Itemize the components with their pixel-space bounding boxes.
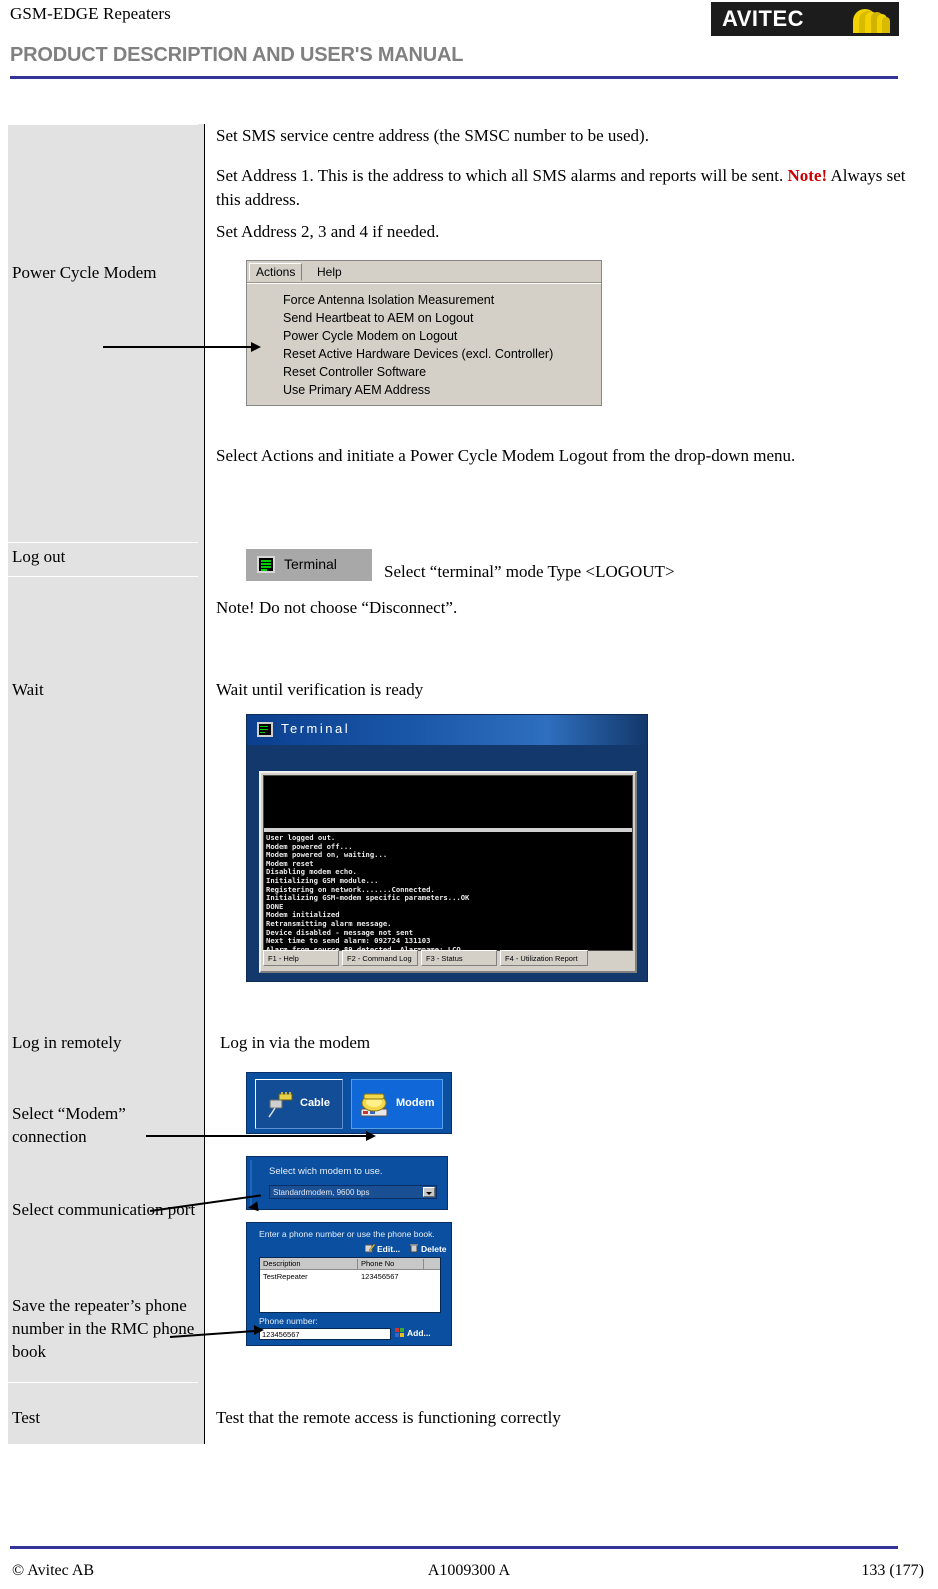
terminal-button-f4-utilization-report[interactable]: F4 - Utilization Report [500, 950, 588, 966]
modem-button-label: Modem [396, 1097, 435, 1109]
menu-item-force-antenna-isolation[interactable]: Force Antenna Isolation Measurement [247, 291, 601, 309]
paragraph-no-disconnect: Note! Do not choose “Disconnect”. [216, 598, 458, 617]
footer-divider [10, 1546, 898, 1549]
footer-document-number: A1009300 A [427, 1562, 511, 1579]
arrow-head-modem-connection [366, 1131, 376, 1141]
arrow-head-power-cycle [251, 342, 261, 352]
paragraph-terminal-mode: Select “terminal” mode Type <LOGOUT> [384, 562, 675, 581]
sidebar-divider [8, 1382, 198, 1383]
avitec-logo: AVITEC [711, 2, 899, 36]
paragraph-select-actions: Select Actions and initiate a Power Cycl… [216, 446, 796, 465]
terminal-icon [257, 556, 275, 573]
menu-item-reset-active-hardware[interactable]: Reset Active Hardware Devices (excl. Con… [247, 345, 601, 363]
menu-item-send-heartbeat[interactable]: Send Heartbeat to AEM on Logout [247, 309, 601, 327]
terminal-button-f1-help[interactable]: F1 - Help [263, 950, 339, 966]
phonebook-delete-button[interactable]: Delete [421, 1244, 447, 1254]
phonebook-dialog: Enter a phone number or use the phone bo… [246, 1222, 452, 1346]
sidebar-item-wait: Wait [12, 680, 44, 699]
terminal-inner-panel: User logged out. Modem powered off... Mo… [259, 771, 637, 973]
terminal-button-f3-status[interactable]: F3 - Status [421, 950, 497, 966]
sidebar-item-log-out: Log out [12, 547, 66, 566]
sidebar-divider [8, 542, 198, 543]
page-header: GSM-EDGE Repeaters PRODUCT DESCRIPTION A… [0, 0, 938, 82]
modem-select-prompt: Select wich modem to use. [269, 1166, 383, 1177]
sidebar-item-save-phone-number: Save the repeater’s phone number in the … [12, 1296, 195, 1361]
terminal-mode-button[interactable]: Terminal [246, 549, 372, 581]
note-label: Note! [787, 166, 828, 185]
menu-item-use-primary-aem-address[interactable]: Use Primary AEM Address [247, 381, 601, 399]
menu-bar-item-actions[interactable]: Actions [249, 263, 303, 281]
modem-select-value: Standardmodem, 9600 bps [273, 1188, 370, 1197]
terminal-button-label: Terminal [284, 556, 337, 572]
phonebook-cell-phone-no: 123456567 [361, 1272, 399, 1281]
terminal-button-f2-command-log[interactable]: F2 - Command Log [342, 950, 418, 966]
arrow-line-power-cycle [103, 346, 253, 348]
terminal-window-icon [257, 722, 273, 737]
phonebook-cell-description: TestRepeater [263, 1272, 308, 1281]
edit-icon [365, 1243, 375, 1253]
header-divider [10, 76, 898, 79]
arrow-head-communication-port [247, 1201, 259, 1213]
menu-item-power-cycle-modem-on-logout[interactable]: Power Cycle Modem on Logout [247, 327, 601, 345]
terminal-window-title: Terminal [281, 721, 351, 736]
phonebook-column-description: Description [260, 1259, 358, 1269]
cable-connection-button[interactable]: Cable [255, 1079, 343, 1129]
terminal-scroll-strip [264, 828, 632, 832]
phonebook-add-button[interactable]: Add... [407, 1328, 431, 1338]
terminal-window-screenshot: Terminal User logged out. Modem powered … [246, 714, 648, 982]
paragraph-login-modem: Log in via the modem [220, 1033, 371, 1052]
paragraph-smsc: Set SMS service centre address (the SMSC… [216, 126, 649, 145]
avitec-logo-text: AVITEC [722, 6, 805, 31]
step-label-column: Power Cycle Modem Log out Wait Log in re… [8, 124, 205, 1444]
document-title: GSM-EDGE Repeaters [10, 4, 171, 23]
paragraph-address1-text: Set Address 1. This is the address to wh… [216, 166, 784, 185]
connection-type-dialog: Cable Modem [246, 1072, 452, 1134]
cable-icon [268, 1092, 293, 1118]
phonebook-column-phone-no: Phone No [358, 1259, 424, 1269]
phonebook-column-spacer [424, 1259, 440, 1269]
trash-icon [410, 1244, 418, 1253]
terminal-screen: User logged out. Modem powered off... Mo… [263, 775, 633, 951]
document-subtitle: PRODUCT DESCRIPTION AND USER'S MANUAL [10, 44, 464, 66]
sidebar-item-select-modem-connection: Select “Modem” connection [12, 1104, 126, 1146]
arrow-head-phonebook [254, 1325, 264, 1335]
sidebar-item-test: Test [12, 1408, 41, 1427]
terminal-function-buttons: F1 - Help F2 - Command Log F3 - Status F… [263, 950, 633, 968]
sidebar-divider [8, 124, 198, 125]
chevron-down-icon[interactable] [423, 1187, 435, 1197]
dialog-edge [250, 1160, 252, 1206]
phonebook-header-row: Description Phone No [260, 1258, 440, 1270]
phone-number-input[interactable]: 123456567 [259, 1328, 391, 1340]
menu-item-reset-controller-software[interactable]: Reset Controller Software [247, 363, 601, 381]
paragraph-address234: Set Address 2, 3 and 4 if needed. [216, 222, 440, 241]
arrow-line-modem-connection [146, 1135, 368, 1137]
sidebar-divider [8, 576, 198, 577]
paragraph-wait-verification: Wait until verification is ready [216, 680, 424, 699]
terminal-log-text: User logged out. Modem powered off... Mo… [266, 833, 470, 951]
modem-select-dialog: Select wich modem to use. Standardmodem,… [246, 1156, 448, 1210]
paragraph-address1: Set Address 1. This is the address to wh… [216, 164, 928, 212]
avitec-logo-mark-icon [853, 9, 890, 33]
modem-connection-button[interactable]: Modem [351, 1079, 443, 1129]
modem-select-combobox[interactable]: Standardmodem, 9600 bps [269, 1185, 437, 1199]
paragraph-test-remote: Test that the remote access is functioni… [216, 1408, 561, 1427]
phonebook-edit-button[interactable]: Edit... [377, 1244, 400, 1254]
menu-bar: Actions Help [247, 261, 601, 283]
cable-button-label: Cable [300, 1097, 330, 1109]
terminal-titlebar: Terminal [247, 715, 647, 745]
modem-icon [360, 1093, 388, 1117]
footer-page-number: 133 (177) [861, 1562, 924, 1579]
sidebar-item-log-in-remotely: Log in remotely [12, 1033, 122, 1052]
phonebook-table[interactable]: Description Phone No TestRepeater 123456… [259, 1257, 441, 1313]
menu-bar-item-help[interactable]: Help [311, 264, 348, 280]
sidebar-item-select-communication-port: Select communication port [12, 1200, 196, 1219]
sidebar-item-power-cycle-modem: Power Cycle Modem [12, 263, 157, 282]
phonebook-prompt: Enter a phone number or use the phone bo… [259, 1229, 435, 1239]
add-icon [395, 1328, 404, 1337]
phone-number-label: Phone number: [259, 1316, 318, 1326]
actions-dropdown: Force Antenna Isolation Measurement Send… [247, 283, 601, 405]
actions-menu-screenshot: Actions Help Force Antenna Isolation Mea… [246, 260, 602, 406]
